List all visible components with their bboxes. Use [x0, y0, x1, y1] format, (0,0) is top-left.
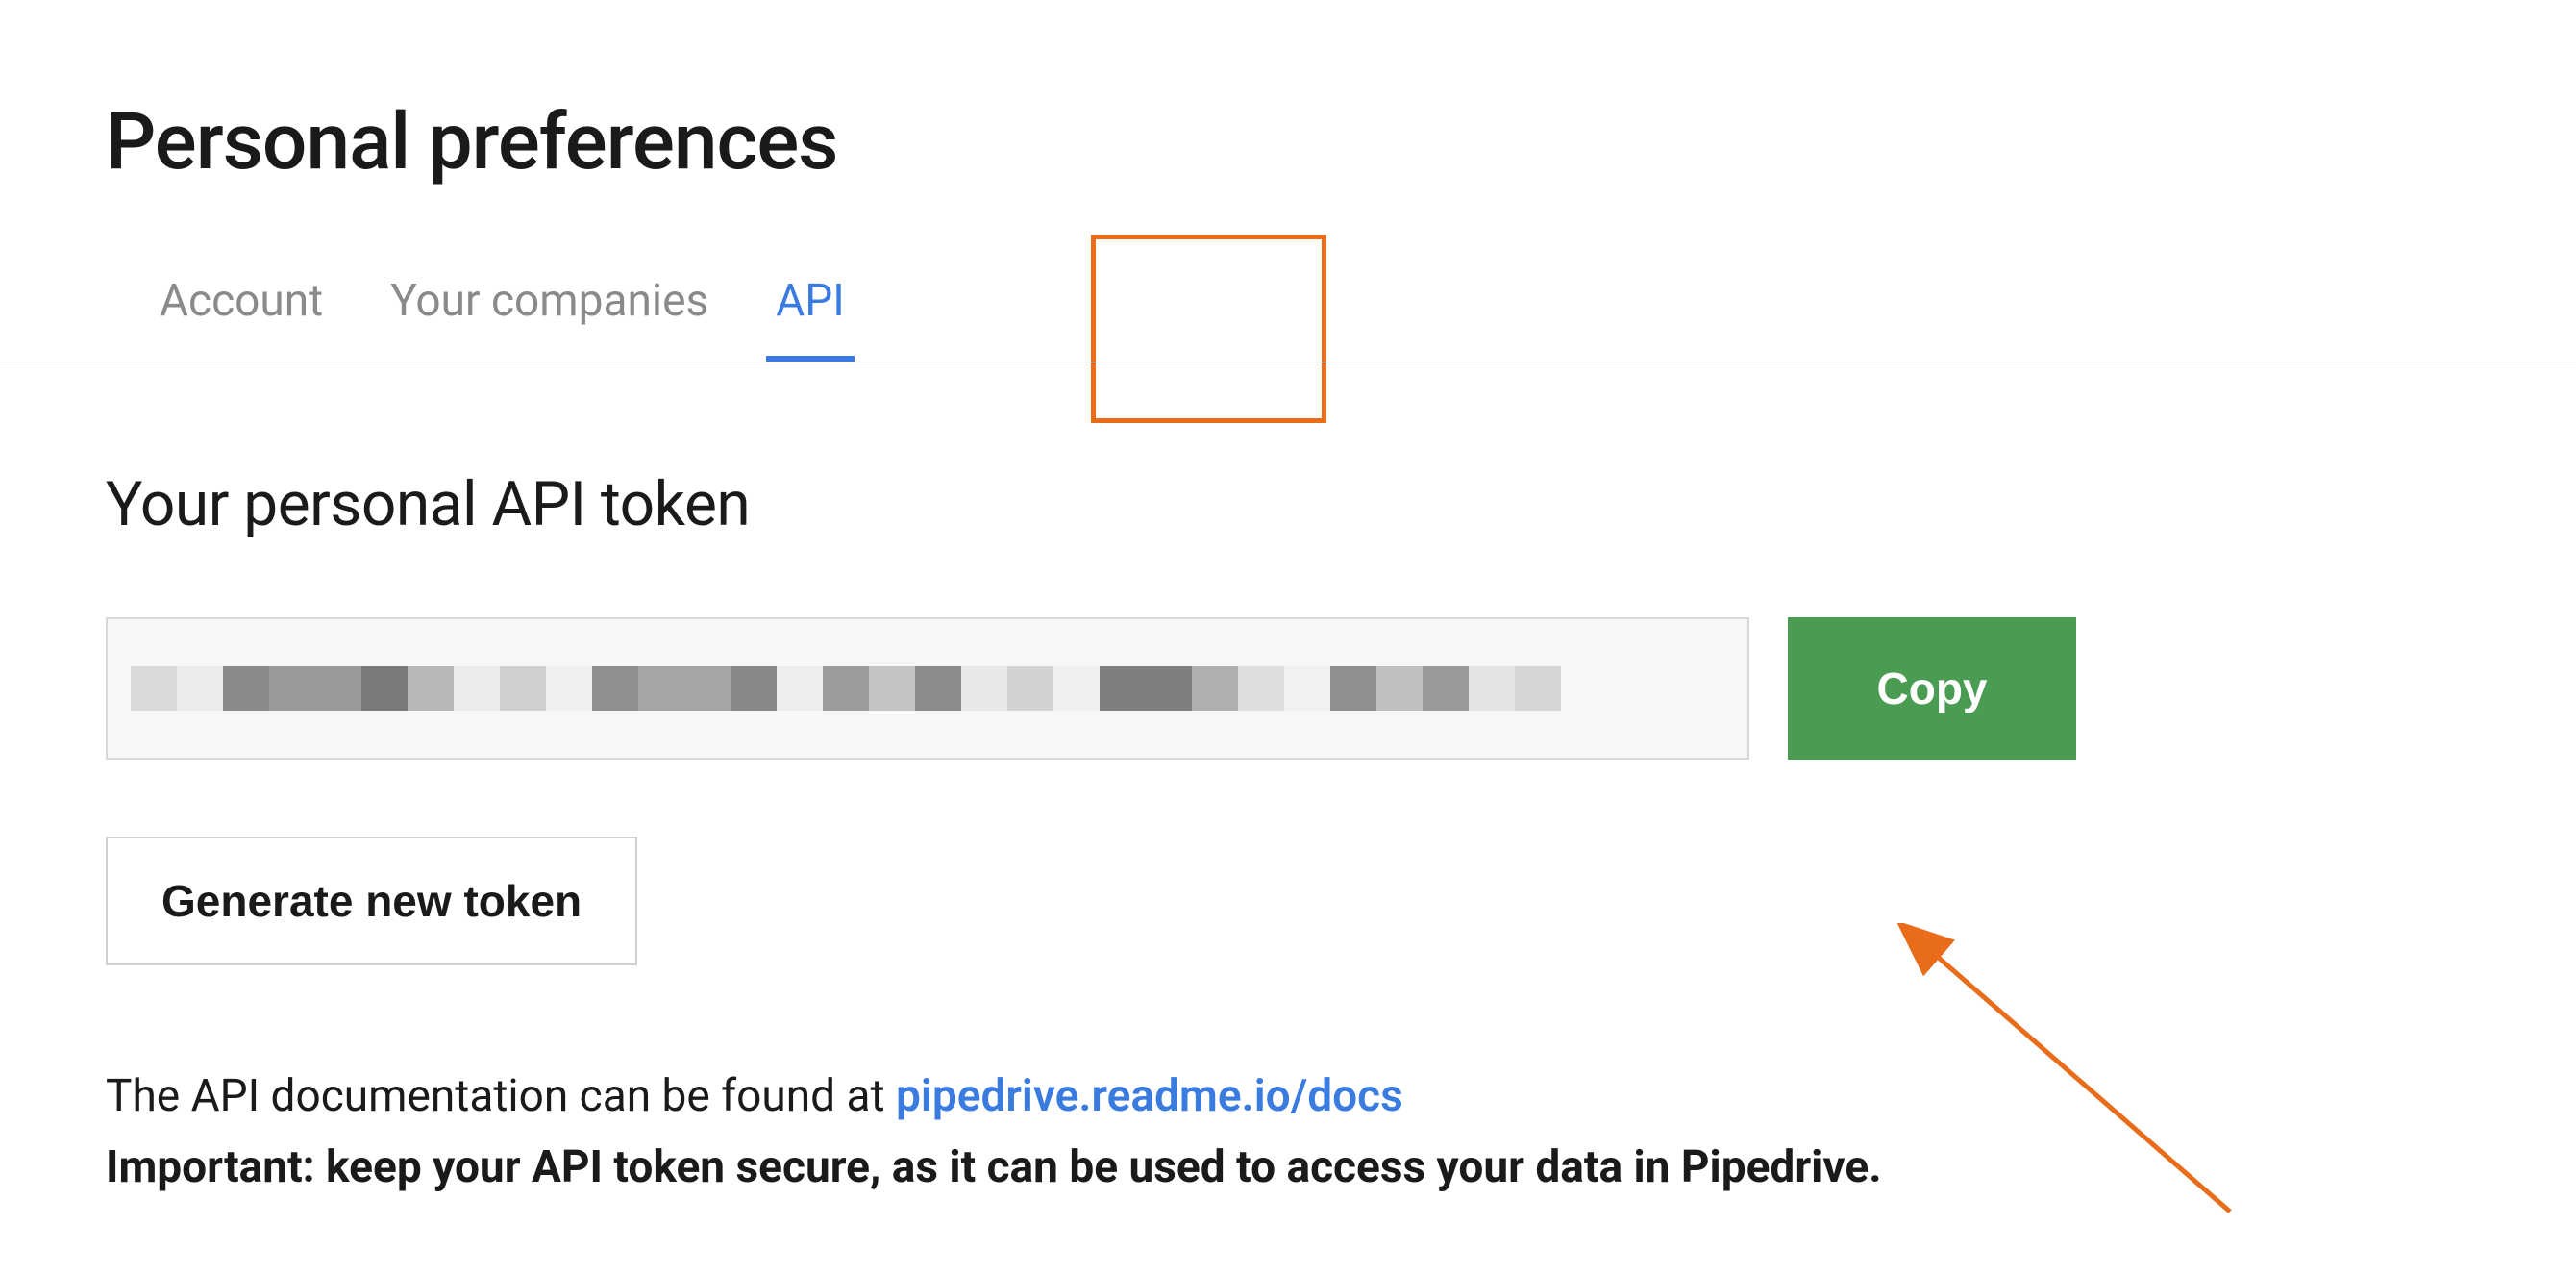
api-token-field[interactable] — [106, 617, 1749, 760]
redacted-token-value — [131, 637, 1724, 740]
highlight-box-annotation — [1091, 235, 1326, 423]
info-text: The API documentation can be found at pi… — [106, 1062, 2470, 1203]
page-title: Personal preferences — [106, 96, 2470, 188]
token-row: Copy — [106, 617, 2470, 760]
tabs: Account Your companies API — [106, 246, 2470, 362]
tab-account[interactable]: Account — [160, 246, 323, 362]
api-docs-link[interactable]: pipedrive.readme.io/docs — [896, 1070, 1403, 1122]
tab-your-companies[interactable]: Your companies — [390, 246, 708, 362]
section-heading: Your personal API token — [106, 468, 2470, 540]
copy-button[interactable]: Copy — [1788, 617, 2076, 760]
tab-api[interactable]: API — [776, 246, 845, 362]
doc-prefix: The API documentation can be found at — [106, 1070, 896, 1122]
important-note: Important: keep your API token secure, a… — [106, 1141, 1882, 1193]
generate-new-token-button[interactable]: Generate new token — [106, 837, 637, 965]
